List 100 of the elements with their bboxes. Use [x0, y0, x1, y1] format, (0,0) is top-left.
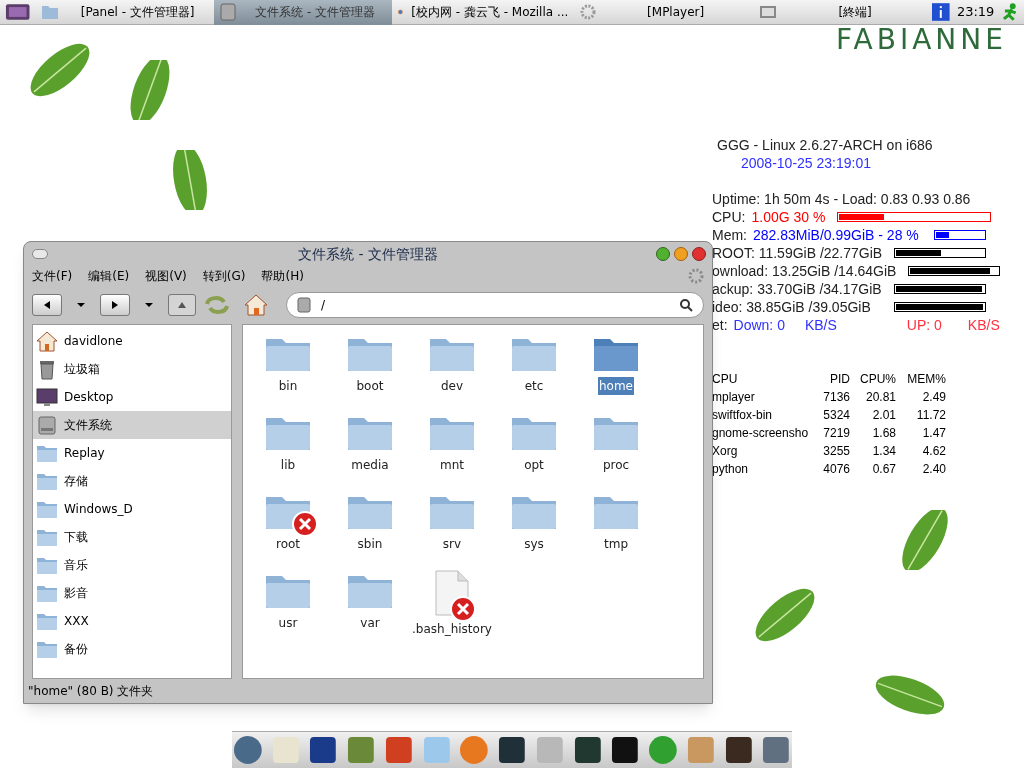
circle-icon[interactable]: [647, 734, 679, 766]
task-button[interactable]: 文件系统 - 文件管理器: [213, 0, 393, 25]
minimize-button[interactable]: [674, 247, 688, 261]
sidebar-label: 影音: [64, 585, 88, 602]
file-name: sbin: [356, 536, 384, 553]
right-arrow-icon: [110, 300, 120, 310]
sidebar-label: XXX: [64, 613, 89, 630]
file-name: etc: [523, 378, 545, 395]
file-item[interactable]: boot: [329, 333, 411, 412]
sidebar-item[interactable]: 垃圾箱: [33, 355, 231, 383]
window-menu-button[interactable]: [32, 249, 48, 259]
maximize-button[interactable]: [656, 247, 670, 261]
folder-icon: [36, 639, 58, 659]
forward-button[interactable]: [100, 294, 130, 316]
meter-label: ROOT: 11.59GiB /22.77GiB: [712, 244, 883, 262]
file-item[interactable]: sys: [493, 491, 575, 570]
file-name: tmp: [603, 536, 629, 553]
file-item[interactable]: media: [329, 412, 411, 491]
home-icon[interactable]: [244, 293, 268, 317]
menu-item[interactable]: 帮助(H): [261, 267, 304, 285]
file-item[interactable]: mnt: [411, 412, 493, 491]
task-label: [終端]: [837, 4, 873, 21]
table-cell-text: 0.67: [871, 461, 896, 478]
file-item[interactable]: .bash_history: [411, 570, 493, 649]
file-item[interactable]: bin: [247, 333, 329, 412]
sidebar-label: 音乐: [64, 557, 88, 574]
file-name: root: [274, 536, 302, 553]
meter-label: ideo: 38.85GiB /39.05GiB: [712, 298, 871, 316]
file-item[interactable]: tmp: [575, 491, 657, 570]
up-arrow-icon: [177, 301, 187, 309]
file-name: media: [350, 457, 390, 474]
file-item[interactable]: var: [329, 570, 411, 649]
status-text: "home" (80 B) 文件夹: [28, 683, 154, 700]
sidebar-item[interactable]: 影音: [33, 579, 231, 607]
search-icon[interactable]: [679, 298, 693, 312]
sidebar-item[interactable]: davidlone: [33, 327, 231, 355]
sidebar-item[interactable]: 备份: [33, 635, 231, 663]
task-button[interactable]: [終端]: [752, 0, 932, 25]
table-cell-text: 2.49: [921, 389, 946, 406]
folder-icon: [36, 443, 58, 463]
file-name: dev: [439, 378, 465, 395]
task-button[interactable]: [校内网 - 龚云飞 - Mozilla ...: [392, 0, 575, 25]
error-badge-icon: [450, 596, 476, 622]
menu-item[interactable]: 编辑(E): [88, 267, 130, 285]
drive-icon: [36, 414, 58, 436]
error-badge-icon: [292, 511, 318, 537]
download-text: Down: 0: [733, 316, 785, 334]
meter-value: 282.83MiB/0.99GiB - 28 %: [753, 226, 919, 244]
unit-text: KB/S: [967, 316, 1000, 334]
sidebar-item[interactable]: 存储: [33, 467, 231, 495]
table-cell-text: 4076: [822, 461, 850, 478]
clock: 23:19: [956, 3, 995, 22]
file-item[interactable]: root: [247, 491, 329, 570]
sidebar-label: davidlone: [64, 333, 123, 350]
sidebar-label: 垃圾箱: [64, 361, 100, 378]
folder-icon: [36, 583, 58, 603]
table-cell-text: 1.34: [871, 443, 896, 460]
menu-icon[interactable]: [5, 3, 31, 21]
file-item[interactable]: srv: [411, 491, 493, 570]
sidebar-item[interactable]: 文件系统: [33, 411, 231, 439]
menu-item[interactable]: 转到(G): [202, 267, 246, 285]
file-item[interactable]: proc: [575, 412, 657, 491]
sidebar-item[interactable]: Desktop: [33, 383, 231, 411]
sidebar-item[interactable]: Replay: [33, 439, 231, 467]
file-item[interactable]: usr: [247, 570, 329, 649]
sidebar-item[interactable]: 音乐: [33, 551, 231, 579]
caret-icon[interactable]: [76, 302, 86, 308]
meter-label: Mem:: [712, 226, 747, 244]
unit-text: KB/S: [804, 316, 837, 334]
task-label: 文件系统 - 文件管理器: [254, 4, 377, 21]
file-name: proc: [601, 457, 631, 474]
window-title: 文件系统 - 文件管理器: [298, 244, 438, 264]
menu-item[interactable]: 视图(V): [145, 267, 187, 285]
caret-icon[interactable]: [144, 302, 154, 308]
task-button[interactable]: [Panel - 文件管理器]: [35, 0, 214, 25]
table-cell-text: mplayer: [712, 389, 756, 406]
table-cell-text: 1.68: [871, 425, 896, 442]
file-name: opt: [523, 457, 545, 474]
task-button[interactable]: [MPlayer]: [574, 0, 753, 25]
file-item[interactable]: etc: [493, 333, 575, 412]
drive-icon: [297, 297, 311, 313]
folder-icon: [36, 611, 58, 631]
close-button[interactable]: [692, 247, 706, 261]
table-cell-text: python: [712, 461, 750, 478]
file-item[interactable]: lib: [247, 412, 329, 491]
sidebar-item[interactable]: 下载: [33, 523, 231, 551]
info-icon[interactable]: [931, 2, 951, 22]
sidebar-item[interactable]: Windows_D: [33, 495, 231, 523]
file-item[interactable]: sbin: [329, 491, 411, 570]
file-item[interactable]: dev: [411, 333, 493, 412]
file-item[interactable]: home: [575, 333, 657, 412]
sidebar-label: 文件系统: [64, 417, 112, 434]
sidebar-item[interactable]: XXX: [33, 607, 231, 635]
menu-item[interactable]: 文件(F): [32, 267, 73, 285]
up-button[interactable]: [168, 294, 196, 316]
back-button[interactable]: [32, 294, 62, 316]
location-field[interactable]: /: [286, 292, 704, 318]
folder-icon: [36, 555, 58, 575]
file-item[interactable]: opt: [493, 412, 575, 491]
folder-icon: [41, 4, 60, 20]
